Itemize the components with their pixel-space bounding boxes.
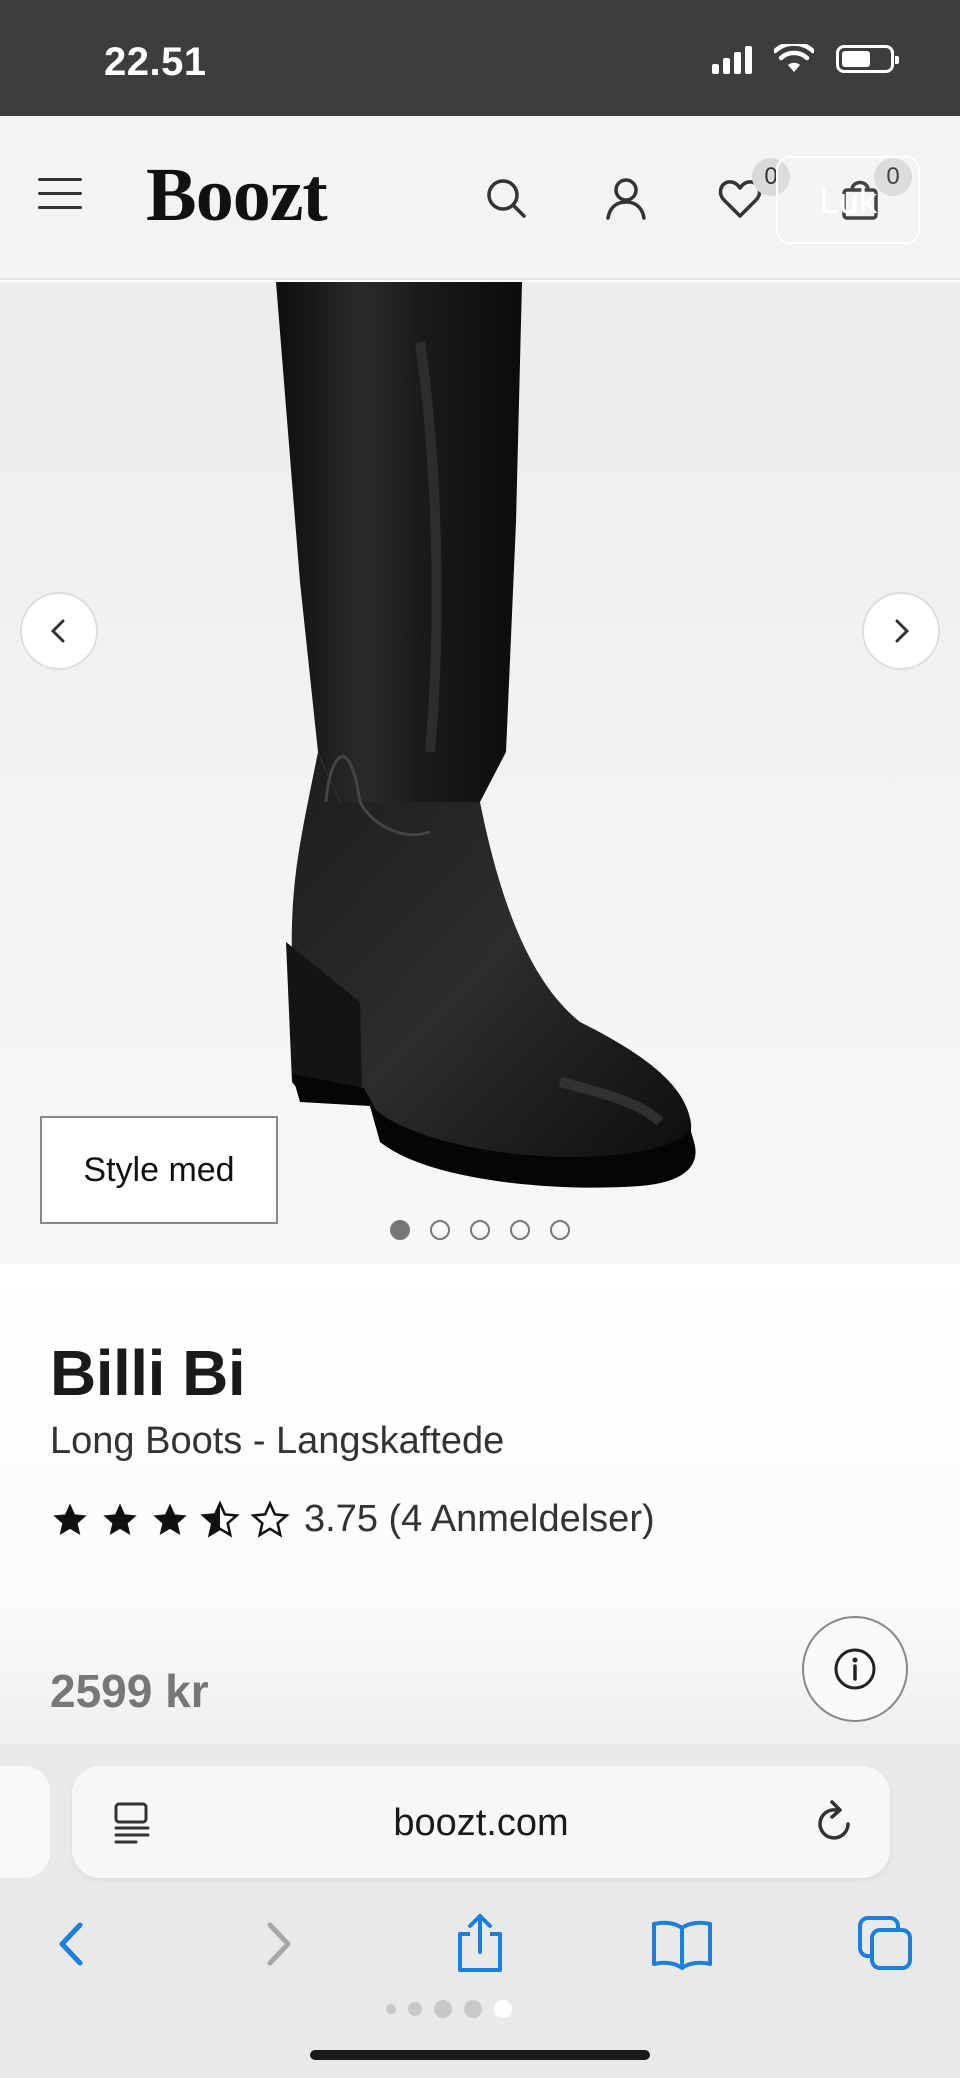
- gallery-dot[interactable]: [550, 1220, 570, 1240]
- boozt-logo[interactable]: Boozt: [146, 152, 328, 239]
- address-bar[interactable]: boozt.com: [72, 1766, 890, 1878]
- back-chevron-icon: [59, 1922, 83, 1966]
- menu-button[interactable]: [38, 178, 82, 218]
- gallery-dot[interactable]: [390, 1220, 410, 1240]
- url-text[interactable]: boozt.com: [72, 1802, 890, 1845]
- price-info-button[interactable]: [802, 1616, 908, 1722]
- star-half-icon: [200, 1499, 240, 1538]
- chevron-right-icon: [895, 619, 910, 643]
- product-name: Long Boots - Langskaftede: [50, 1420, 505, 1462]
- gallery-dot[interactable]: [470, 1220, 490, 1240]
- product-price: 2599 kr: [50, 1665, 209, 1717]
- product-rating[interactable]: 3.75 (4 Anmeldelser): [50, 1498, 655, 1541]
- star-full-icon: [53, 1502, 87, 1535]
- next-image-button[interactable]: [862, 592, 940, 670]
- forward-button[interactable]: [238, 1904, 318, 1984]
- product-image-gallery[interactable]: Style med: [0, 282, 960, 1264]
- account-icon[interactable]: [602, 174, 650, 222]
- book-icon: [652, 1920, 712, 1970]
- forward-chevron-icon: [267, 1922, 291, 1966]
- star-full-icon: [103, 1502, 137, 1535]
- gallery-pagination: [390, 1220, 570, 1240]
- star-full-icon: [153, 1502, 187, 1535]
- browser-bottom-bar: boozt.com: [0, 1744, 960, 2078]
- status-time: 22.51: [104, 40, 207, 84]
- previous-image-button[interactable]: [20, 592, 98, 670]
- rating-stars: [50, 1499, 290, 1540]
- chevron-left-icon: [50, 619, 65, 643]
- battery-icon: [836, 45, 899, 73]
- signal-icon: [712, 44, 752, 74]
- tabs-icon: [858, 1916, 912, 1970]
- product-brand[interactable]: Billi Bi: [50, 1336, 246, 1410]
- product-info: Billi Bi Long Boots - Langskaftede 3.75 …: [0, 1264, 960, 1744]
- star-empty-icon: [250, 1499, 290, 1538]
- share-icon: [458, 1914, 502, 1972]
- home-indicator: [310, 2050, 650, 2060]
- tab-page-indicator: [386, 2000, 512, 2018]
- share-button[interactable]: [440, 1904, 520, 1984]
- browser-toolbar: [0, 1904, 960, 2004]
- bookmarks-button[interactable]: [642, 1904, 722, 1984]
- reload-icon[interactable]: [814, 1800, 856, 1844]
- gallery-dot[interactable]: [430, 1220, 450, 1240]
- close-button[interactable]: Luk: [776, 156, 920, 244]
- site-header: Boozt 0 0 Luk: [0, 116, 960, 280]
- previous-tab-preview[interactable]: [0, 1766, 50, 1878]
- back-button[interactable]: [32, 1904, 112, 1984]
- status-bar: 22.51: [0, 0, 960, 116]
- rating-text[interactable]: 3.75 (4 Anmeldelser): [304, 1498, 655, 1541]
- gallery-dot[interactable]: [510, 1220, 530, 1240]
- style-with-button[interactable]: Style med: [40, 1116, 278, 1224]
- tabs-button[interactable]: [846, 1904, 926, 1984]
- info-icon: [834, 1648, 876, 1690]
- wifi-icon: [774, 44, 814, 72]
- status-icons: [712, 44, 899, 74]
- search-icon[interactable]: [482, 174, 530, 222]
